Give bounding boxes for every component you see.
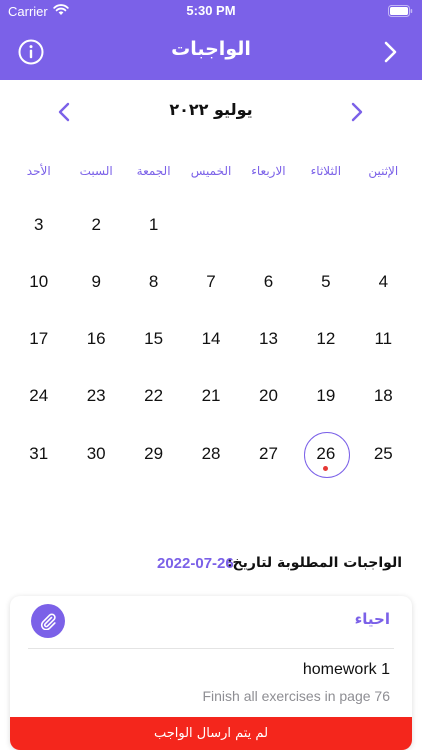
calendar-week: 25 26 27 28 29 30 31 bbox=[10, 425, 412, 482]
calendar-day[interactable]: 19 bbox=[297, 368, 354, 425]
homework-title: homework 1 bbox=[302, 661, 390, 678]
calendar-day[interactable]: 8 bbox=[125, 253, 182, 310]
calendar-week: 18 19 20 21 22 23 24 bbox=[10, 368, 412, 425]
calendar-day[interactable]: 3 bbox=[10, 196, 67, 253]
calendar-day[interactable]: 20 bbox=[240, 368, 297, 425]
submission-status-banner: لم يتم ارسال الواجب bbox=[10, 717, 412, 750]
calendar-grid: 1 2 3 4 5 6 7 8 9 10 11 12 13 14 15 16 1… bbox=[10, 196, 412, 482]
calendar-day[interactable]: 12 bbox=[297, 311, 354, 368]
calendar-day[interactable]: 15 bbox=[125, 311, 182, 368]
calendar-day[interactable]: 5 bbox=[297, 253, 354, 310]
homework-description: Finish all exercises in page 76 bbox=[202, 688, 390, 704]
weekday-label: الثلاثاء bbox=[310, 164, 342, 178]
calendar-day[interactable]: 4 bbox=[355, 253, 412, 310]
calendar-day[interactable]: 25 bbox=[355, 425, 412, 482]
calendar-day[interactable]: 14 bbox=[182, 311, 239, 368]
calendar-day[interactable]: 24 bbox=[10, 368, 67, 425]
calendar-day[interactable]: 18 bbox=[355, 368, 412, 425]
paperclip-icon bbox=[40, 613, 56, 630]
calendar-day[interactable]: 13 bbox=[240, 311, 297, 368]
due-label: الواجبات المطلوبة لتاريخ: bbox=[226, 555, 402, 571]
due-date: 2022-07-26 bbox=[157, 555, 234, 572]
calendar-week: 4 5 6 7 8 9 10 bbox=[10, 253, 412, 310]
page-title: الواجبات bbox=[171, 38, 251, 60]
weekday-label: الإثنين bbox=[368, 164, 399, 178]
calendar-day[interactable]: 30 bbox=[67, 425, 124, 482]
calendar-day[interactable]: 1 bbox=[125, 196, 182, 253]
calendar-day-selected[interactable]: 26 bbox=[297, 425, 354, 482]
navigation-bar: الواجبات bbox=[0, 22, 422, 80]
status-bar: Carrier 5:30 PM bbox=[0, 0, 422, 22]
status-time: 5:30 PM bbox=[186, 3, 236, 18]
weekday-header: الإثنين الثلاثاء الاربعاء الخميس الجمعة … bbox=[10, 164, 412, 178]
calendar-day[interactable]: 21 bbox=[182, 368, 239, 425]
calendar-day[interactable]: 29 bbox=[125, 425, 182, 482]
due-date-row: الواجبات المطلوبة لتاريخ: 2022-07-26 bbox=[0, 552, 422, 578]
homework-card[interactable]: احياء homework 1 Finish all exercises in… bbox=[10, 596, 412, 750]
calendar-day[interactable]: 7 bbox=[182, 253, 239, 310]
calendar-day[interactable]: 11 bbox=[355, 311, 412, 368]
calendar-day[interactable]: 27 bbox=[240, 425, 297, 482]
chevron-right-icon[interactable] bbox=[349, 100, 365, 124]
calendar-day[interactable]: 17 bbox=[10, 311, 67, 368]
calendar-day[interactable]: 16 bbox=[67, 311, 124, 368]
calendar-day[interactable]: 6 bbox=[240, 253, 297, 310]
weekday-label: الاربعاء bbox=[251, 164, 286, 178]
weekday-label: السبت bbox=[79, 164, 113, 178]
calendar-day[interactable]: 9 bbox=[67, 253, 124, 310]
calendar-day[interactable]: 2 bbox=[67, 196, 124, 253]
calendar-week: 1 2 3 bbox=[10, 196, 412, 253]
calendar-day[interactable]: 22 bbox=[125, 368, 182, 425]
calendar-day[interactable]: 10 bbox=[10, 253, 67, 310]
month-header: يوليو ٢٠٢٢ bbox=[0, 98, 422, 128]
calendar-week: 11 12 13 14 15 16 17 bbox=[10, 311, 412, 368]
subject-label: احياء bbox=[354, 610, 390, 628]
weekday-label: الخميس bbox=[190, 164, 232, 178]
divider bbox=[28, 648, 394, 649]
chevron-right-icon[interactable] bbox=[382, 40, 400, 64]
event-dot bbox=[323, 466, 329, 471]
calendar-day[interactable]: 31 bbox=[10, 425, 67, 482]
calendar-day[interactable]: 23 bbox=[67, 368, 124, 425]
weekday-label: الأحد bbox=[26, 164, 51, 178]
attach-button[interactable] bbox=[31, 604, 65, 638]
calendar-day[interactable]: 28 bbox=[182, 425, 239, 482]
battery-icon bbox=[388, 5, 413, 17]
selected-day-number: 26 bbox=[316, 443, 336, 463]
weekday-label: الجمعة bbox=[136, 164, 171, 178]
